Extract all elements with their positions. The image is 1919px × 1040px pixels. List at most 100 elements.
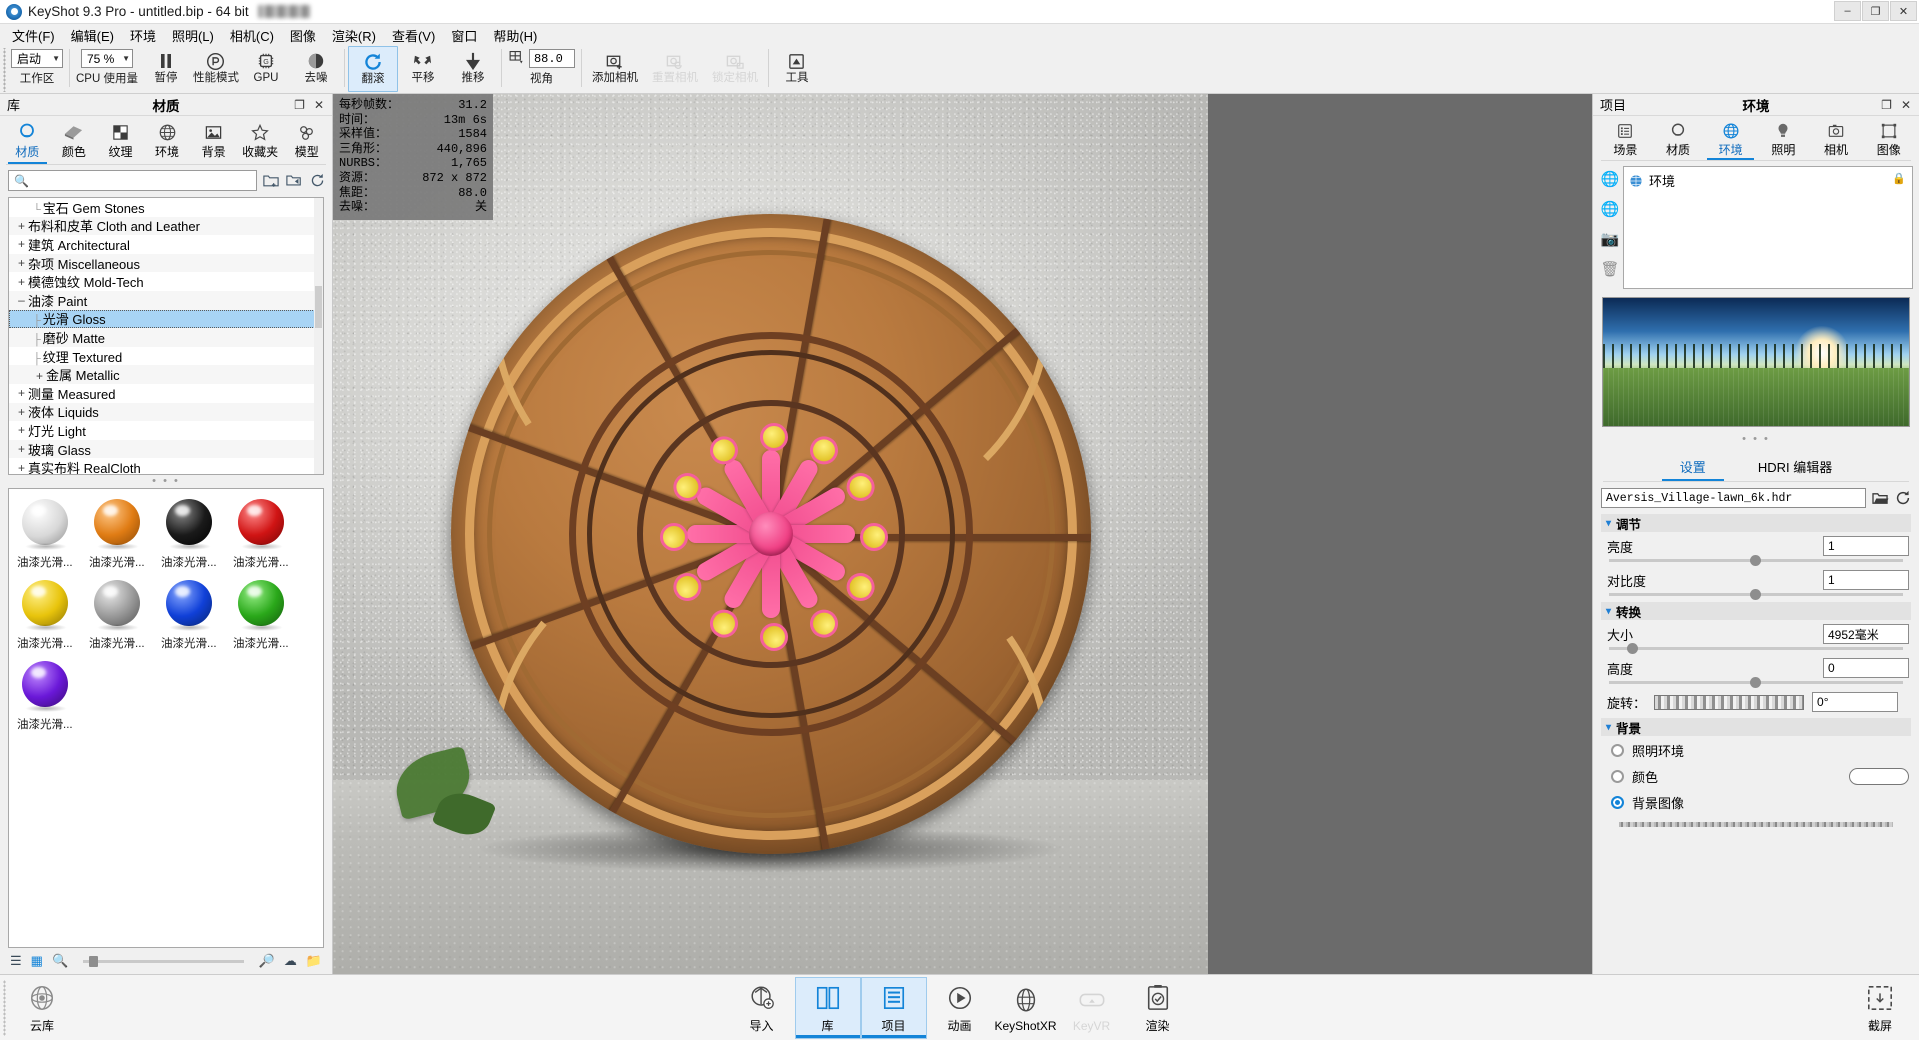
radio-button[interactable] [1611,744,1624,757]
library-tab-models[interactable]: 模型 [283,119,330,164]
import-button[interactable]: 导入 [729,977,795,1039]
tree-item[interactable]: + 玻璃 Glass [9,439,323,459]
dolly-tool-button[interactable]: 推移 [448,46,498,92]
menu-help[interactable]: 帮助(H) [485,24,545,47]
grid-view-icon[interactable]: ▦ [31,953,43,969]
thumbnail-size-slider[interactable] [83,955,244,967]
lock-camera-button[interactable]: 锁定相机 [705,46,765,92]
slider-knob[interactable] [1750,677,1762,688]
tree-toggle[interactable]: + [15,256,28,270]
reset-camera-button[interactable]: 重置相机 [645,46,705,92]
refresh-icon[interactable] [1895,490,1911,506]
brightness-input[interactable]: 1 [1823,536,1909,556]
material-swatch[interactable]: 油漆光滑... [17,657,79,732]
animation-button[interactable]: 动画 [927,977,993,1039]
material-swatch[interactable]: 油漆光滑... [161,576,223,651]
globe-dim-icon[interactable]: 🌐 [1601,170,1620,188]
library-tab-textures[interactable]: 纹理 [97,119,144,164]
material-swatch[interactable]: 油漆光滑... [233,495,295,570]
backplate-add-icon[interactable]: 📷 [1601,230,1620,248]
menu-view[interactable]: 查看(V) [384,24,443,47]
project-tab-scene[interactable]: 场景 [1599,119,1652,160]
tree-toggle[interactable]: + [15,275,28,289]
project-button[interactable]: 项目 [860,976,927,1039]
rotation-input[interactable]: 0° [1812,692,1899,712]
maximize-button[interactable]: ❐ [1862,1,1889,21]
height-input[interactable]: 0 [1823,658,1909,678]
render-viewport[interactable]: 每秒帧数： 31.2 时间： 13m 6s 采样值： 1584 三角形： 440,896… [333,94,1592,974]
size-slider[interactable] [1609,643,1903,654]
library-tab-environments[interactable]: 环境 [144,119,191,164]
project-tab-material[interactable]: 材质 [1652,119,1705,160]
size-input[interactable]: 4952毫米 [1823,624,1909,644]
tree-scrollbar-thumb[interactable] [315,286,322,328]
library-tab-favorites[interactable]: 收藏夹 [237,119,284,164]
tree-toggle[interactable]: + [15,423,28,437]
menu-render[interactable]: 渲染(R) [324,24,384,47]
tree-toggle[interactable]: + [15,237,28,251]
menu-file[interactable]: 文件(F) [4,24,63,47]
lock-icon[interactable]: 🔒 [1892,172,1906,185]
library-button[interactable]: 库 [794,976,861,1039]
height-slider[interactable] [1609,677,1903,688]
fov-input[interactable]: 88.0 [528,49,575,68]
render-button[interactable]: 渲染 [1125,977,1191,1039]
tree-item[interactable]: + 布料和皮革 Cloth and Leather [9,216,323,236]
material-swatch-grid[interactable]: 油漆光滑... 油漆光滑... 油漆光滑... 油漆光滑... 油漆光滑... … [8,488,324,948]
field-of-view-control[interactable]: 88.0 视角 [508,46,575,86]
background-color-swatch[interactable] [1849,768,1909,785]
library-splitter-dots[interactable]: • • • [0,475,332,488]
tree-item[interactable]: + 金属 Metallic [9,365,323,384]
project-close-icon[interactable]: ✕ [1901,98,1911,112]
menu-environment[interactable]: 环境 [122,24,164,47]
brightness-slider[interactable] [1609,555,1903,566]
globe-add-icon[interactable]: 🌐 [1601,200,1620,218]
radio-button[interactable] [1611,770,1624,783]
sub-tab-settings[interactable]: 设置 [1654,454,1732,481]
tree-item[interactable]: + 灯光 Light [9,421,323,440]
environment-list[interactable]: 环境 🔒 [1623,166,1913,289]
material-swatch[interactable]: 油漆光滑... [17,576,79,651]
project-tab-environment[interactable]: 环境 [1704,119,1757,160]
sub-tab-hdri-editor[interactable]: HDRI 编辑器 [1732,454,1858,481]
section-background-header[interactable]: ▾ 背景 [1601,718,1911,736]
zoom-out-icon[interactable]: 🔍 [52,953,68,969]
trash-icon[interactable]: 🗑 [1600,260,1619,278]
slider-knob[interactable] [1626,643,1638,654]
tree-toggle[interactable]: + [15,442,28,456]
library-tab-materials[interactable]: 材质 [4,119,51,164]
tools-button[interactable]: 工具 [772,46,822,92]
cloud-library-button[interactable]: 云库 [9,977,75,1039]
menu-edit[interactable]: 编辑(E) [63,24,122,47]
section-adjust-header[interactable]: ▾ 调节 [1601,514,1911,532]
tree-item[interactable]: + 建筑 Architectural [9,235,323,254]
grid-perspective-icon[interactable] [508,49,525,66]
material-swatch[interactable]: 油漆光滑... [89,495,151,570]
radio-button-selected[interactable] [1611,796,1624,809]
environment-list-item[interactable]: 环境 [1629,171,1907,190]
tree-toggle[interactable]: + [15,386,28,400]
material-swatch[interactable]: 油漆光滑... [89,576,151,651]
list-view-icon[interactable]: ☰ [10,953,22,969]
library-tab-colors[interactable]: 颜色 [51,119,98,164]
cpu-combo[interactable]: 75 % ▼ [80,49,133,68]
tree-item[interactable]: + 真实布料 RealCloth [9,458,323,474]
tree-item[interactable]: – 油漆 Paint [9,290,323,310]
workspace-combo[interactable]: 启动 ▼ [11,49,63,68]
backplate-thumbnail-strip[interactable] [1619,822,1893,827]
tree-item[interactable]: + 液体 Liquids [9,402,323,422]
folder-icon[interactable]: 📁 [306,953,322,969]
gpu-button[interactable]: G GPU [241,46,291,92]
library-restore-icon[interactable]: ❐ [294,98,305,112]
denoise-button[interactable]: 去噪 [291,46,341,92]
screenshot-button[interactable]: 截屏 [1847,977,1913,1039]
tree-item[interactable]: + 测量 Measured [9,384,323,403]
material-swatch[interactable]: 油漆光滑... [233,576,295,651]
tumble-tool-button[interactable]: 翻滚 [347,46,398,92]
folder-open-icon[interactable] [1872,491,1889,506]
tree-item[interactable]: + 杂项 Miscellaneous [9,253,323,273]
refresh-icon[interactable] [308,172,326,190]
close-button[interactable]: ✕ [1890,1,1917,21]
project-tab-image[interactable]: 图像 [1862,119,1915,160]
tree-toggle[interactable]: + [15,219,28,233]
